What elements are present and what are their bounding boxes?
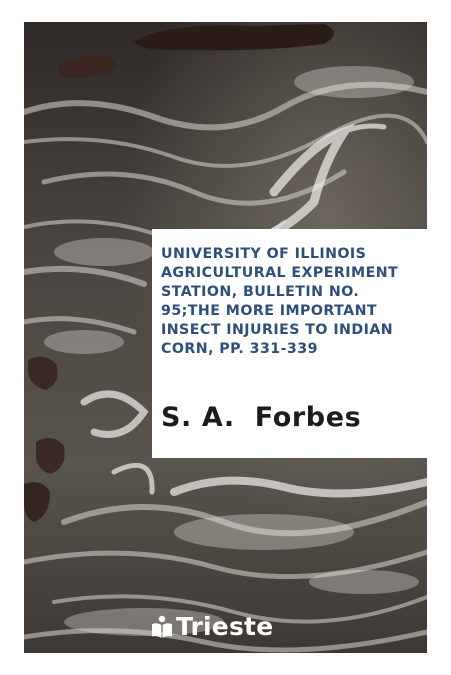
publisher-logo: Trieste (150, 612, 273, 642)
open-book-logo-icon (152, 615, 172, 638)
book-title: UNIVERSITY OF ILLINOIS AGRICULTURAL EXPE… (161, 246, 399, 357)
title-panel: UNIVERSITY OF ILLINOIS AGRICULTURAL EXPE… (152, 229, 427, 458)
book-cover: UNIVERSITY OF ILLINOIS AGRICULTURAL EXPE… (0, 0, 451, 675)
publisher-name: Trieste (176, 612, 274, 641)
book-author: S. A. Forbes (161, 402, 362, 433)
